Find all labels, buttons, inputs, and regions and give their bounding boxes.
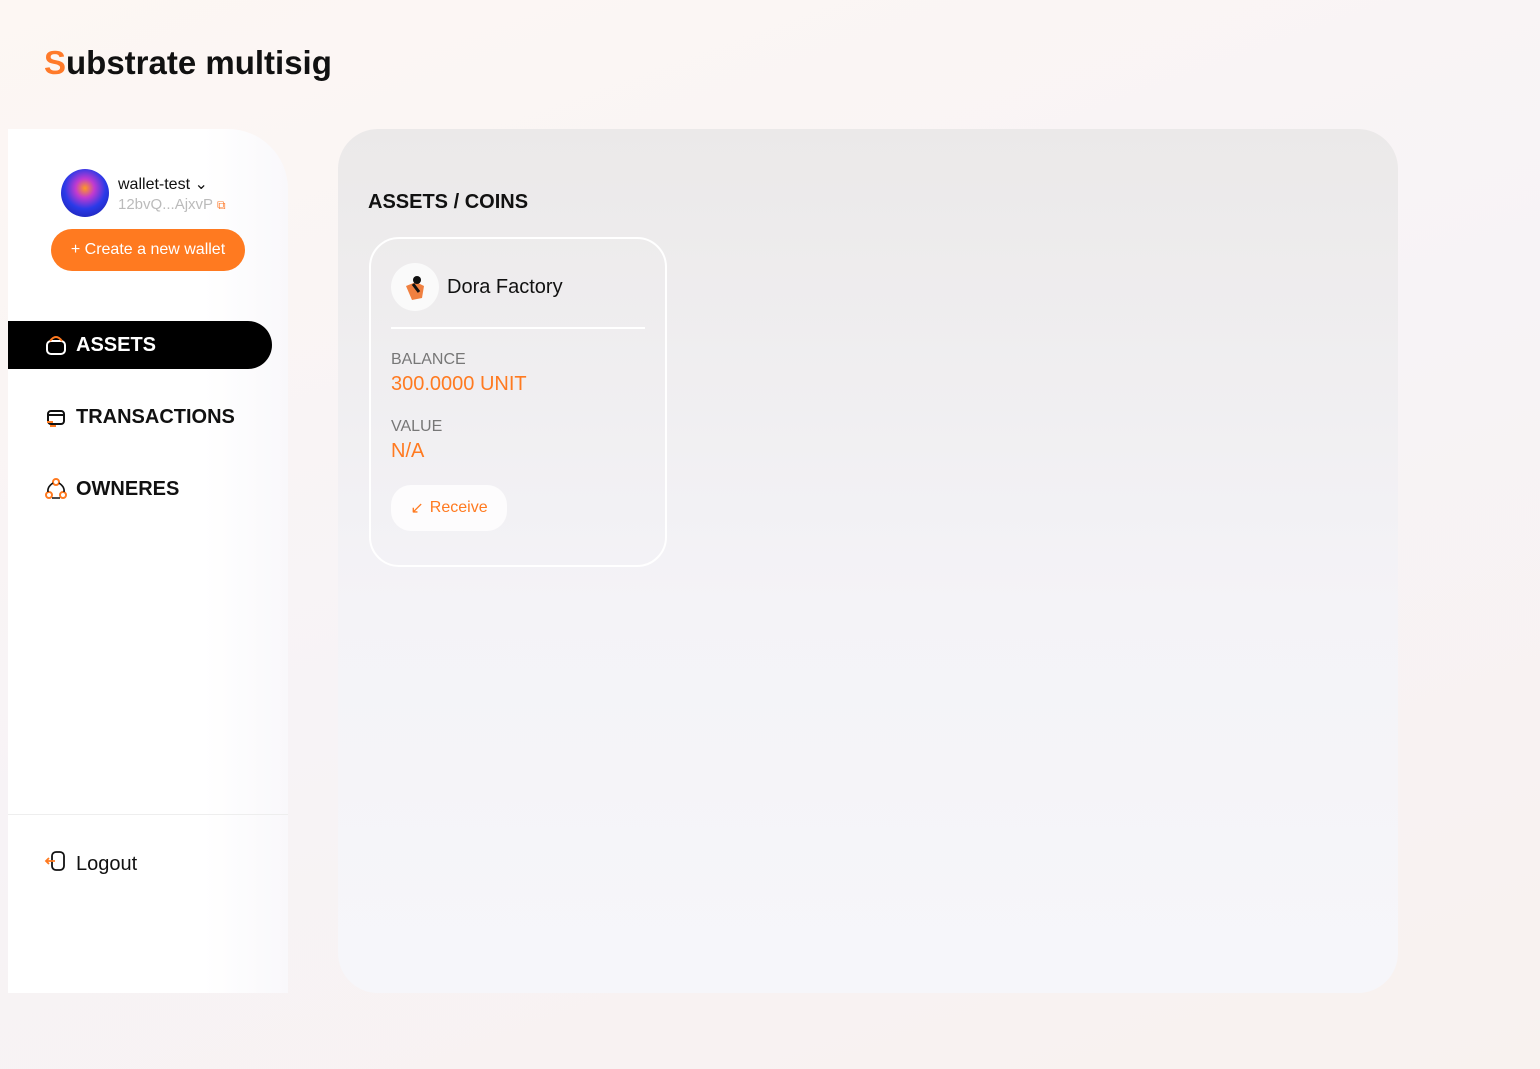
receive-button[interactable]: ↙ Receive bbox=[391, 485, 507, 531]
sidebar-item-assets[interactable]: ASSETS bbox=[8, 321, 272, 369]
logout-button[interactable]: Logout bbox=[44, 849, 137, 879]
value-value: N/A bbox=[391, 440, 425, 462]
owners-icon bbox=[44, 477, 68, 501]
value-label: VALUE bbox=[391, 418, 443, 435]
sidebar: wallet-test ⌄ 12bvQ...AjxvP ⧉ + Create a… bbox=[8, 129, 288, 993]
divider bbox=[391, 327, 645, 329]
main-panel: ASSETS / COINS Dora Factory BALANCE 300.… bbox=[338, 129, 1398, 993]
create-wallet-button[interactable]: + Create a new wallet bbox=[51, 229, 245, 271]
balance-label: BALANCE bbox=[391, 351, 466, 368]
chevron-down-icon[interactable]: ⌄ bbox=[194, 176, 207, 193]
sidebar-item-owners[interactable]: OWNERES bbox=[8, 465, 272, 513]
dora-factory-logo bbox=[391, 263, 439, 311]
logout-icon bbox=[44, 849, 68, 879]
balance-value: 300.0000 UNIT bbox=[391, 373, 527, 395]
wallet-name: wallet-test bbox=[118, 175, 191, 193]
avatar bbox=[61, 169, 109, 217]
transactions-icon bbox=[44, 406, 68, 428]
divider bbox=[8, 814, 288, 815]
arrow-down-left-icon: ↙ bbox=[410, 500, 424, 517]
sidebar-item-transactions[interactable]: TRANSACTIONS bbox=[8, 393, 272, 441]
copy-icon[interactable]: ⧉ bbox=[217, 198, 226, 212]
wallet-icon bbox=[44, 334, 68, 356]
wallet-selector[interactable]: wallet-test ⌄ 12bvQ...AjxvP ⧉ bbox=[61, 169, 226, 217]
app-title: Substrate multisig bbox=[44, 44, 332, 81]
wallet-address: 12bvQ...AjxvP bbox=[118, 195, 213, 213]
coin-card: Dora Factory BALANCE 300.0000 UNIT VALUE… bbox=[369, 237, 667, 567]
coin-name: Dora Factory bbox=[447, 275, 563, 298]
breadcrumb: ASSETS / COINS bbox=[368, 191, 529, 213]
